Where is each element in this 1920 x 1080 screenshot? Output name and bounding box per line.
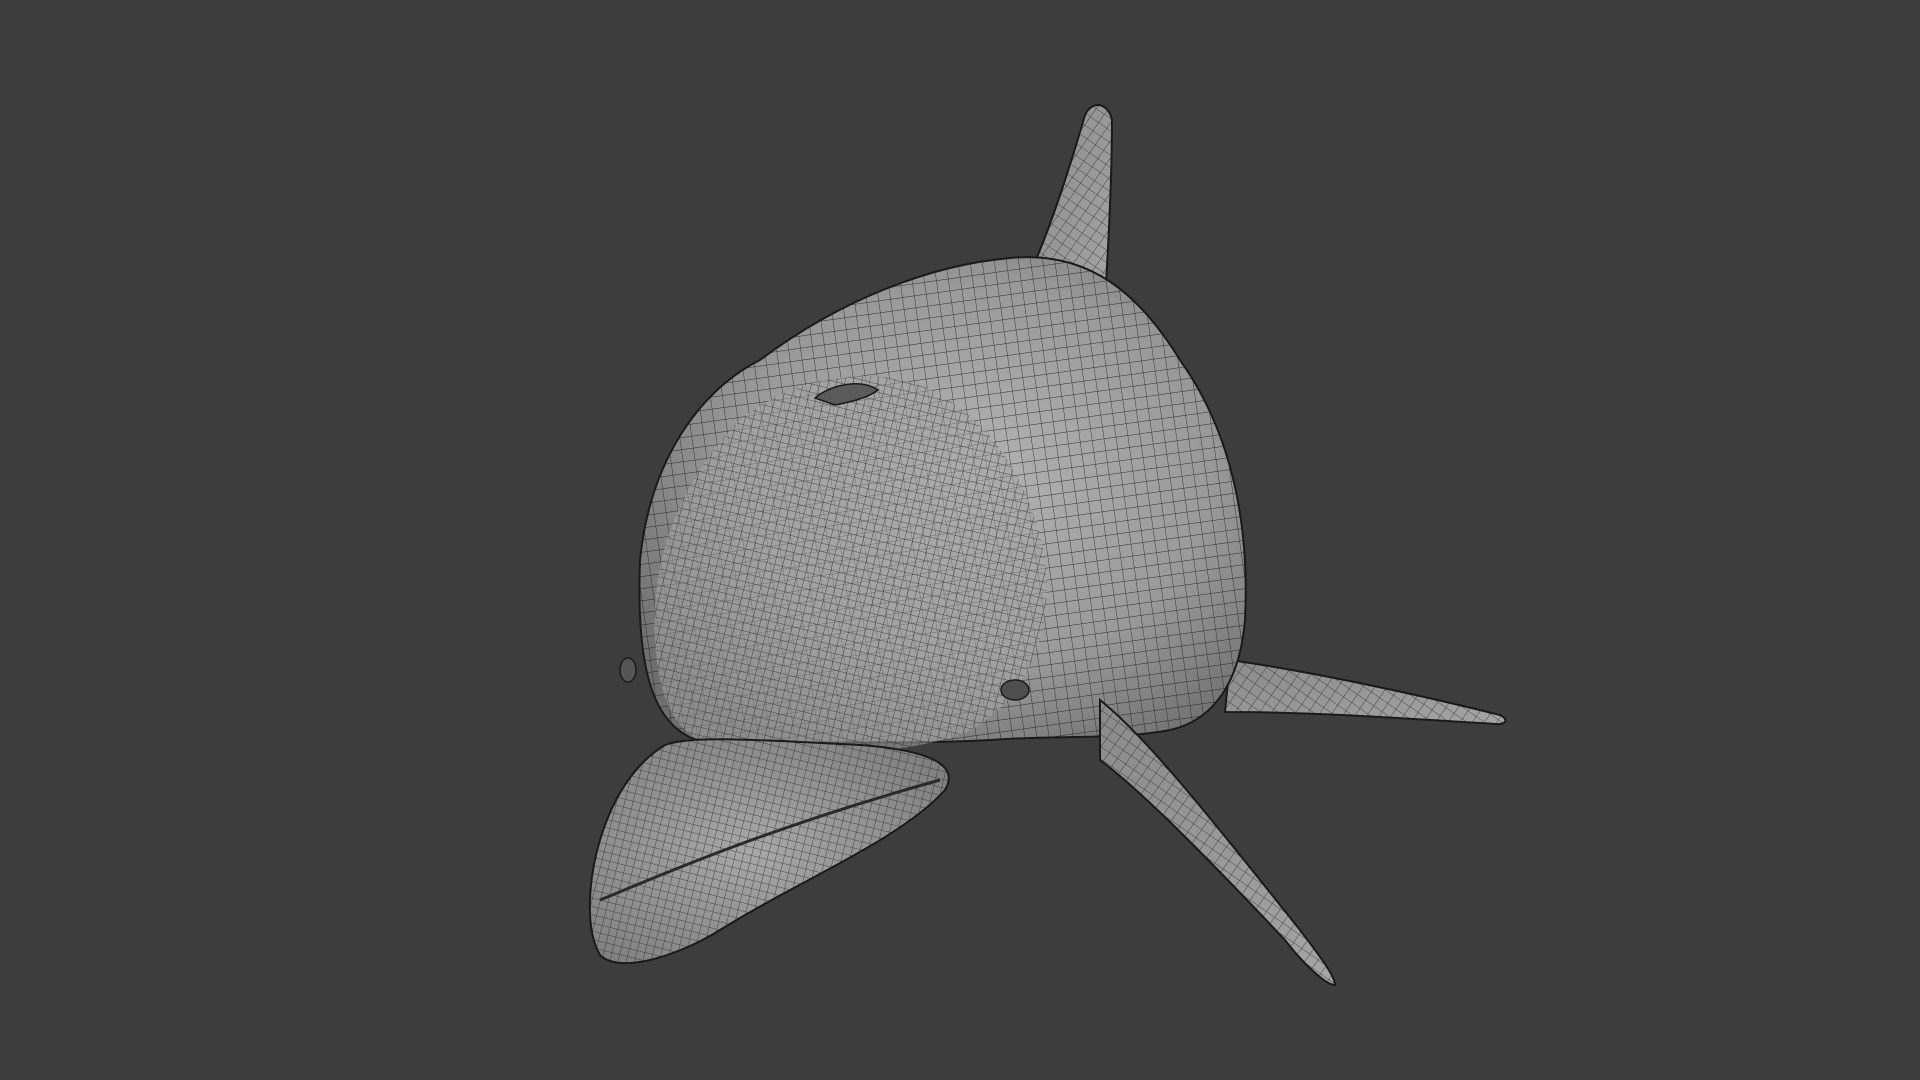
left-eye [619,657,637,683]
dolphin-render [588,104,1507,987]
3d-viewport[interactable] [0,0,1920,1080]
left-flipper [1099,697,1337,987]
right-flipper [1223,658,1507,726]
right-eye [1000,679,1030,701]
beak [588,738,950,965]
